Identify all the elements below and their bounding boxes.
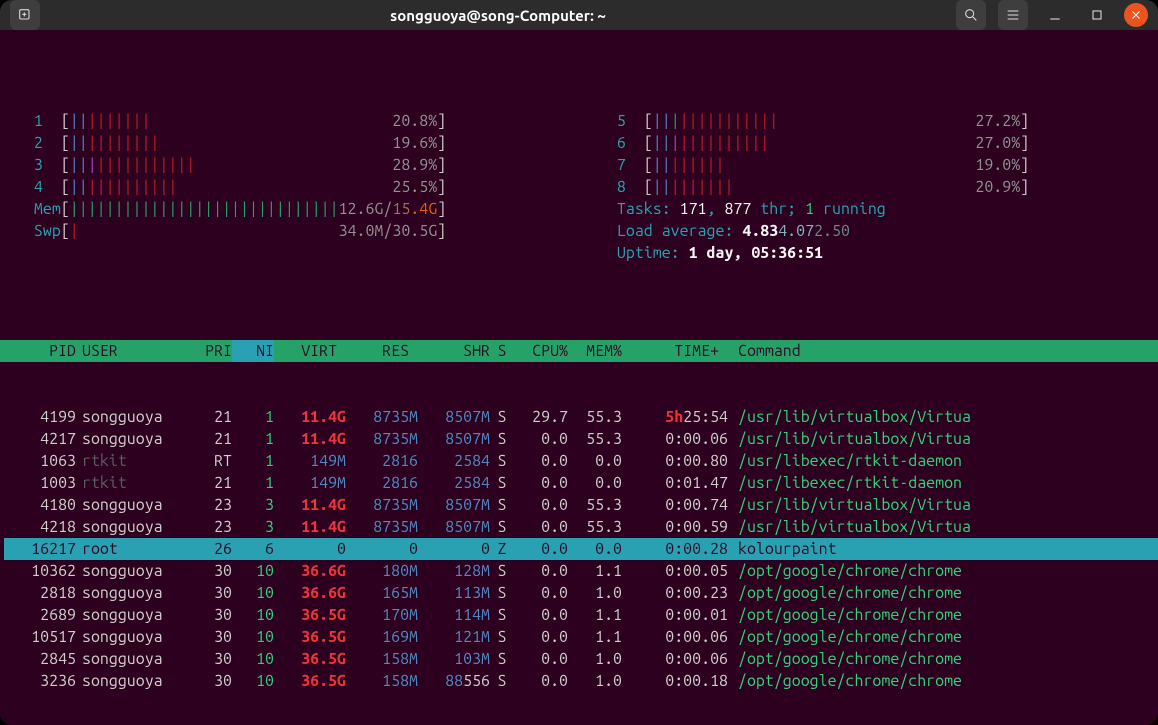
search-icon	[963, 7, 979, 23]
terminal-content[interactable]: 1 [||||||||| 20.8%] 2 [|||||||||| 19.6%]…	[0, 30, 1158, 725]
cpu-meter-6: 6 [||||||||||||| 27.0%]	[599, 132, 1142, 154]
process-row[interactable]: 10517songguoya301036.5G169M121MS0.01.10:…	[4, 626, 1158, 648]
close-button[interactable]	[1124, 3, 1148, 27]
process-row[interactable]: 2818songguoya301036.6G165M113MS0.01.00:0…	[4, 582, 1158, 604]
load-avg: Load average: 4.83 4.07 2.50	[599, 220, 1142, 242]
terminal-window: songguoya@song-Computer: ~ 1 [|||||||||	[0, 0, 1158, 725]
process-header[interactable]: PIDUSERPRI NIVIRT RES SHRSCPU%MEM%TIME+ …	[0, 340, 1158, 362]
process-row[interactable]: 2845songguoya301036.5G158M103MS0.01.00:0…	[4, 648, 1158, 670]
mem-meter: Mem[||||||||||||||||||||||||||||||12.6G/…	[16, 198, 559, 220]
process-row[interactable]: 10362songguoya301036.6G180M128MS0.01.10:…	[4, 560, 1158, 582]
menu-button[interactable]	[998, 0, 1028, 30]
process-row[interactable]: 1003rtkit211149M28162584S0.00.00:01.47/u…	[4, 472, 1158, 494]
window-title: songguoya@song-Computer: ~	[390, 7, 606, 24]
cpu-meter-2: 2 [|||||||||| 19.6%]	[16, 132, 559, 154]
maximize-icon	[1089, 7, 1105, 23]
cpu-meter-8: 8 [||||||||| 20.9%]	[599, 176, 1142, 198]
search-button[interactable]	[956, 0, 986, 30]
process-row[interactable]: 3236songguoya301036.5G158M88556S0.01.00:…	[4, 670, 1158, 692]
minimize-icon	[1047, 7, 1063, 23]
cpu-meter-7: 7 [|||||||| 19.0%]	[599, 154, 1142, 176]
close-icon	[1130, 9, 1142, 21]
new-tab-icon	[17, 7, 33, 23]
uptime: Uptime: 1 day, 05:36:51	[599, 242, 1142, 264]
process-row[interactable]: 4217songguoya21111.4G8735M8507MS0.055.30…	[4, 428, 1158, 450]
process-row[interactable]: 16217root266000Z0.00.00:00.28kolourpaint	[4, 538, 1158, 560]
minimize-button[interactable]	[1040, 0, 1070, 30]
cpu-meter-3: 3 [|||||||||||||| 28.9%]	[16, 154, 559, 176]
new-tab-button[interactable]	[10, 0, 40, 30]
titlebar: songguoya@song-Computer: ~	[0, 0, 1158, 30]
process-row[interactable]: 4180songguoya23311.4G8735M8507MS0.055.30…	[4, 494, 1158, 516]
meters: 1 [||||||||| 20.8%] 2 [|||||||||| 19.6%]…	[16, 110, 1142, 264]
cpu-meter-4: 4 [|||||||||||| 25.5%]	[16, 176, 559, 198]
process-row[interactable]: 4199songguoya21111.4G8735M8507MS29.755.3…	[4, 406, 1158, 428]
hamburger-icon	[1005, 7, 1021, 23]
process-row[interactable]: 4218songguoya23311.4G8735M8507MS0.055.30…	[4, 516, 1158, 538]
swp-meter: Swp[| 34.0M/30.5G]	[16, 220, 559, 242]
tasks: Tasks: 171, 877 thr; 1 running	[599, 198, 1142, 220]
cpu-meter-5: 5 [|||||||||||||| 27.2%]	[599, 110, 1142, 132]
maximize-button[interactable]	[1082, 0, 1112, 30]
process-row[interactable]: 1063rtkitRT1149M28162584S0.00.00:00.80/u…	[4, 450, 1158, 472]
process-list: 4199songguoya21111.4G8735M8507MS29.755.3…	[16, 406, 1142, 692]
process-row[interactable]: 2689songguoya301036.5G170M114MS0.01.10:0…	[4, 604, 1158, 626]
cpu-meter-1: 1 [||||||||| 20.8%]	[16, 110, 559, 132]
